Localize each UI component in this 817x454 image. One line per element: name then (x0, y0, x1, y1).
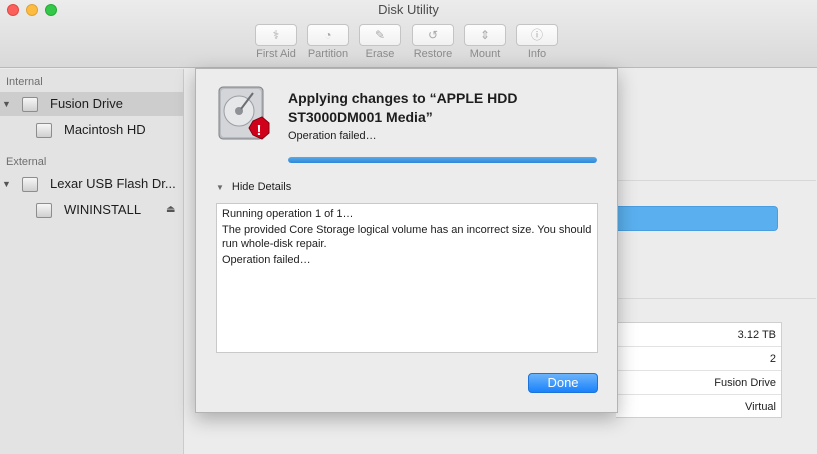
mount-label: Mount (469, 48, 501, 60)
sidebar-item-label: Lexar USB Flash Dr... (50, 176, 176, 191)
info-value: Fusion Drive (616, 371, 781, 395)
divider (618, 298, 816, 299)
disclosure-triangle-icon[interactable]: ▼ (2, 172, 11, 196)
sidebar-item-fusion-drive[interactable]: ▼ Fusion Drive (0, 92, 183, 116)
sidebar-item-wininstall[interactable]: WININSTALL ⏏ (0, 198, 183, 222)
info-value: 2 (616, 347, 781, 371)
info-value: 3.12 TB (616, 323, 781, 347)
section-external: External (6, 156, 47, 168)
disclosure-triangle-icon: ▼ (216, 183, 224, 192)
details-log[interactable]: Running operation 1 of 1… The provided C… (216, 203, 598, 353)
drive-icon (22, 97, 38, 112)
operation-sheet: ! Applying changes to “APPLE HDD ST3000D… (195, 68, 618, 413)
volume-icon (36, 123, 52, 138)
section-internal: Internal (6, 76, 43, 88)
log-line: The provided Core Storage logical volume… (222, 224, 592, 250)
sidebar: Internal ▼ Fusion Drive Macintosh HD Ext… (0, 69, 184, 454)
volume-icon (36, 203, 52, 218)
divider (618, 180, 816, 181)
partition-button[interactable]: ◔ Partition (302, 24, 354, 60)
eject-icon[interactable]: ⏏ (166, 198, 175, 222)
erase-button[interactable]: ✎ Erase (354, 24, 406, 60)
usb-drive-icon (22, 177, 38, 192)
progress-fill (288, 157, 597, 163)
info-table: 3.12 TB 2 Fusion Drive Virtual (616, 322, 782, 418)
log-line: Running operation 1 of 1… (222, 208, 354, 220)
sidebar-item-macintosh-hd[interactable]: Macintosh HD (0, 118, 183, 142)
disclosure-triangle-icon[interactable]: ▼ (2, 92, 11, 116)
sidebar-item-label: WININSTALL (64, 202, 142, 217)
partition-label: Partition (307, 48, 349, 60)
log-line: Operation failed… (222, 254, 311, 266)
operation-status: Operation failed… (288, 130, 377, 142)
first-aid-label: First Aid (256, 48, 296, 60)
first-aid-icon: ⚕ (255, 24, 297, 46)
erase-icon: ✎ (359, 24, 401, 46)
erase-label: Erase (365, 48, 395, 60)
info-label: Info (527, 48, 547, 60)
info-value: Virtual (745, 401, 776, 413)
svg-text:!: ! (257, 122, 262, 139)
hide-details-toggle[interactable]: ▼ Hide Details (216, 181, 291, 193)
restore-icon: ↺ (412, 24, 454, 46)
progress-bar (288, 157, 597, 163)
sidebar-item-label: Fusion Drive (50, 96, 123, 111)
window-title: Disk Utility (378, 2, 439, 17)
usage-bar (616, 206, 778, 231)
info-icon: ⓘ (516, 24, 558, 46)
sidebar-item-label: Macintosh HD (64, 122, 146, 137)
first-aid-button[interactable]: ⚕ First Aid (250, 24, 302, 60)
hide-details-label: Hide Details (231, 181, 292, 193)
mount-icon: ⇕ (464, 24, 506, 46)
info-button[interactable]: ⓘ Info (511, 24, 563, 60)
restore-button[interactable]: ↺ Restore (407, 24, 459, 60)
dialog-title: Applying changes to “APPLE HDD ST3000DM0… (288, 90, 518, 125)
toolbar: Disk Utility ⚕ First Aid ◔ Partition ✎ E… (0, 0, 817, 68)
done-button[interactable]: Done (528, 373, 598, 393)
sidebar-item-lexar-usb[interactable]: ▼ Lexar USB Flash Dr... (0, 172, 183, 196)
mount-button[interactable]: ⇕ Mount (459, 24, 511, 60)
hard-drive-error-icon: ! (218, 86, 270, 140)
partition-icon: ◔ (307, 24, 349, 46)
restore-label: Restore (413, 48, 453, 60)
